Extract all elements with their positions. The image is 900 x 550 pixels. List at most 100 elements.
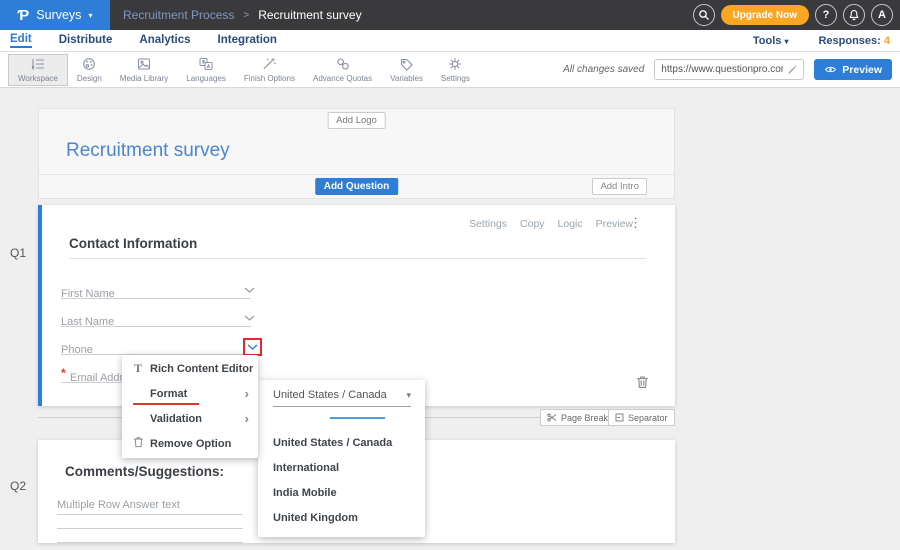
question-actions: Settings Copy Logic Preview (469, 218, 633, 230)
toolbar-item-advance-quotas[interactable]: Advance Quotas (304, 54, 381, 86)
caret-down-icon: ▾ (784, 37, 788, 46)
questionpro-survey-editor: Ƥ Surveys ▾ Recruitment Process > Recrui… (0, 0, 900, 550)
upgrade-now-button[interactable]: Upgrade Now (721, 5, 809, 25)
design-palette-icon (81, 57, 97, 71)
answer-line (57, 542, 243, 543)
help-button[interactable]: ? (815, 4, 837, 26)
question-number-q1: Q1 (10, 246, 26, 260)
tools-menu[interactable]: Tools ▾ (753, 35, 789, 47)
submenu-arrow-icon: › (245, 387, 249, 400)
toolbar-item-languages[interactable]: Languages (177, 54, 235, 86)
menu-item-rich-content-editor[interactable]: T Rich Content Editor (122, 356, 258, 381)
chain-links-icon (335, 57, 351, 71)
section-nav: Edit Distribute Analytics Integration To… (0, 30, 900, 52)
question-title-q2[interactable]: Comments/Suggestions: (65, 464, 224, 479)
question-copy-button[interactable]: Copy (520, 218, 545, 230)
survey-header-footer: Add Question Add Intro (39, 174, 674, 198)
toolbar-item-settings[interactable]: Settings (432, 54, 479, 86)
submenu-arrow-icon: › (245, 412, 249, 425)
tag-icon (399, 57, 415, 71)
survey-title[interactable]: Recruitment survey (66, 140, 230, 162)
caret-down-icon: ▾ (88, 11, 92, 20)
chevron-down-icon[interactable] (244, 287, 255, 293)
format-option-united-kingdom[interactable]: United Kingdom (273, 505, 417, 530)
tab-analytics[interactable]: Analytics (139, 34, 190, 47)
toolbar-item-media-library[interactable]: Media Library (111, 54, 177, 86)
search-button[interactable] (693, 4, 715, 26)
breadcrumb-parent[interactable]: Recruitment Process (123, 8, 234, 22)
caret-down-icon: ▾ (406, 390, 411, 401)
field-row-phone[interactable]: Phone (61, 340, 251, 355)
avatar-initial: A (878, 9, 886, 21)
search-icon (698, 9, 710, 21)
add-question-button[interactable]: Add Question (315, 178, 399, 195)
question-title-underline (69, 258, 647, 259)
media-library-icon (136, 57, 152, 71)
notifications-button[interactable] (843, 4, 865, 26)
edit-pencil-icon[interactable] (787, 64, 798, 75)
question-logic-button[interactable]: Logic (558, 218, 583, 230)
breadcrumb: Recruitment Process > Recruitment survey (123, 8, 362, 22)
questionpro-logo: Ƥ (18, 7, 30, 24)
separator-button[interactable]: Separator (608, 409, 675, 426)
survey-url-input[interactable] (661, 64, 783, 75)
scissors-icon (547, 413, 557, 422)
menu-item-validation[interactable]: Validation › (122, 406, 258, 431)
field-row-first-name[interactable]: First Name (61, 284, 251, 299)
format-option-india-mobile[interactable]: India Mobile (273, 480, 417, 505)
breadcrumb-current: Recruitment survey (258, 8, 361, 22)
responses-count: 4 (884, 35, 890, 47)
row-options-context-menu: T Rich Content Editor Format › Validatio… (122, 355, 258, 458)
magic-wand-icon (261, 57, 277, 71)
format-select[interactable]: United States / Canada ▾ (273, 389, 411, 407)
eye-icon (824, 65, 837, 74)
answer-line (57, 528, 243, 529)
preview-button[interactable]: Preview (814, 59, 892, 80)
help-icon: ? (823, 9, 830, 21)
account-avatar[interactable]: A (871, 4, 893, 26)
toolbar-item-design[interactable]: Design (68, 54, 111, 86)
survey-header: Add Logo Recruitment survey Add Question… (38, 108, 675, 199)
format-option-us-canada[interactable]: United States / Canada (273, 430, 417, 455)
editor-toolbar: Workspace Design Media Library Languages… (0, 52, 900, 88)
languages-icon (198, 57, 214, 71)
question-title-q1[interactable]: Contact Information (69, 236, 197, 251)
add-logo-button[interactable]: Add Logo (327, 112, 386, 129)
question-settings-button[interactable]: Settings (469, 218, 507, 230)
tab-integration[interactable]: Integration (218, 34, 277, 47)
gear-icon (447, 57, 463, 71)
autosave-status: All changes saved (563, 64, 644, 75)
menu-item-remove-option[interactable]: Remove Option (122, 431, 258, 456)
phone-format-submenu: United States / Canada ▾ United States /… (258, 380, 425, 537)
chevron-down-icon[interactable] (247, 344, 258, 350)
separator-icon (615, 413, 624, 422)
bell-icon (848, 9, 860, 21)
toolbar-item-finish-options[interactable]: Finish Options (235, 54, 304, 86)
responses-link[interactable]: Responses: 4 (818, 35, 890, 47)
menu-item-format[interactable]: Format › (122, 381, 258, 406)
format-options-list: United States / Canada International Ind… (273, 430, 417, 530)
question-number-q2: Q2 (10, 479, 26, 493)
trash-icon (133, 436, 144, 448)
add-intro-button[interactable]: Add Intro (592, 178, 647, 195)
survey-url-field[interactable] (654, 59, 804, 80)
field-row-last-name[interactable]: Last Name (61, 312, 251, 327)
question-more-menu-icon[interactable]: ⋮ (629, 215, 642, 231)
question-preview-button[interactable]: Preview (596, 218, 633, 230)
format-selected-value: United States / Canada (273, 389, 387, 401)
multirow-answer-placeholder[interactable]: Multiple Row Answer text (57, 499, 243, 515)
breadcrumb-separator-icon: > (243, 10, 249, 21)
tab-edit[interactable]: Edit (10, 33, 32, 48)
trash-icon[interactable] (636, 375, 649, 389)
chevron-down-icon[interactable] (244, 315, 255, 321)
text-editor-icon: T (131, 361, 145, 376)
surveys-menu[interactable]: Ƥ Surveys ▾ (0, 0, 110, 30)
page-break-button[interactable]: Page Break (540, 409, 615, 426)
toolbar-item-variables[interactable]: Variables (381, 54, 432, 86)
workspace-icon (30, 57, 46, 71)
format-option-international[interactable]: International (273, 455, 417, 480)
annotation-highlight-box (243, 338, 262, 356)
select-focus-indicator (330, 417, 385, 419)
toolbar-item-workspace[interactable]: Workspace (8, 54, 68, 86)
tab-distribute[interactable]: Distribute (59, 34, 113, 47)
